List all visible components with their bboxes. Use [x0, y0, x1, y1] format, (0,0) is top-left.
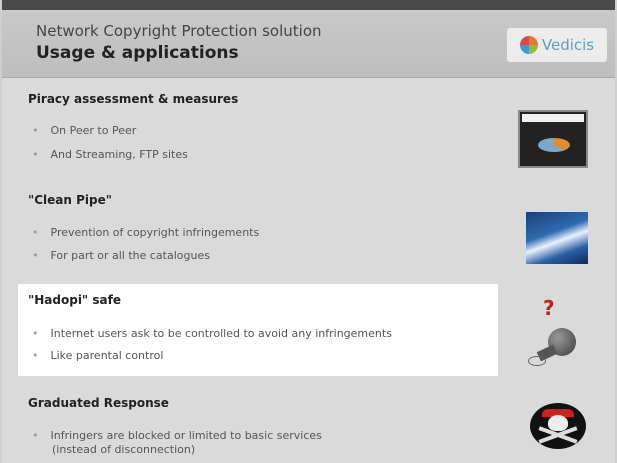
header-subtitle: Network Copyright Protection solution [36, 22, 322, 40]
wave-image [526, 212, 588, 264]
pie-chart-icon [538, 138, 570, 152]
bullet-dot: • [32, 226, 39, 239]
bullet-text: Like parental control [50, 349, 164, 362]
header-title: Usage & applications [36, 43, 239, 63]
section-title-piracy: Piracy assessment & measures [28, 92, 239, 106]
bullet-item: • On Peer to Peer [32, 124, 136, 137]
stamp-base [528, 356, 546, 366]
bullet-dot: • [32, 349, 39, 362]
bullet-text: On Peer to Peer [50, 124, 137, 137]
logo-mark-icon [519, 36, 538, 54]
bullet-dot: • [32, 429, 39, 442]
logo-text: Vedicis [541, 36, 595, 54]
slide: Network Copyright Protection solution Us… [2, 0, 615, 463]
section-title-clean-pipe: "Clean Pipe" [28, 193, 113, 207]
bullet-dot: • [32, 148, 39, 161]
question-mark: ? [543, 296, 555, 320]
bullet-text: Prevention of copyright infringements [50, 226, 260, 239]
stamp-image [526, 322, 588, 372]
screen-titlebar [522, 114, 584, 122]
bullet-dot: • [32, 124, 39, 137]
bullet-text: Infringers are blocked or limited to bas… [50, 429, 322, 442]
skull [548, 415, 568, 431]
top-bar [2, 0, 615, 10]
vedicis-logo: Vedicis [507, 28, 607, 62]
bullet-text: Internet users ask to be controlled to a… [50, 327, 392, 340]
bullet-dot: • [32, 249, 39, 262]
bullet-continuation: (instead of disconnection) [52, 443, 196, 456]
bullet-dot: • [32, 327, 39, 340]
bullet-text: For part or all the catalogues [50, 249, 210, 262]
bullet-item: • Like parental control [32, 349, 163, 362]
bullet-text: And Streaming, FTP sites [50, 148, 188, 161]
bullet-item: • Internet users ask to be controlled to … [32, 327, 392, 340]
slide-header: Network Copyright Protection solution Us… [2, 10, 615, 78]
bullet-item: • Infringers are blocked or limited to ba… [32, 429, 322, 442]
chart-screen-image [518, 110, 588, 168]
bullet-item: • And Streaming, FTP sites [32, 148, 188, 161]
pirate-skull-icon [530, 403, 586, 449]
bullet-item: • For part or all the catalogues [32, 249, 210, 262]
section-title-hadopi: "Hadopi" safe [28, 293, 121, 307]
section-title-graduated-response: Graduated Response [28, 396, 169, 410]
bullet-item: • Prevention of copyright infringements [32, 226, 259, 239]
